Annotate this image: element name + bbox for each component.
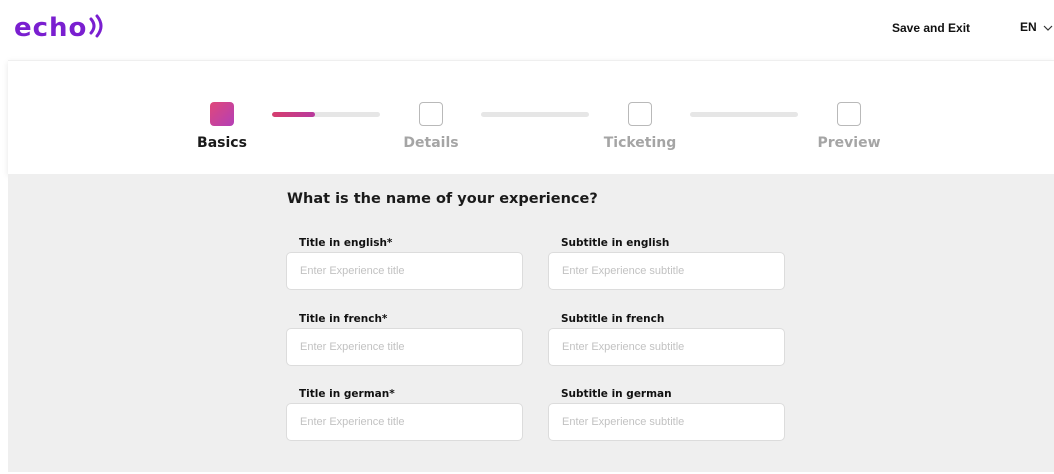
step-connector-1-fill: [272, 112, 316, 117]
language-selector[interactable]: EN: [1020, 20, 1053, 34]
step-label-preview: Preview: [817, 135, 881, 151]
subtitle-english-input[interactable]: [548, 252, 785, 290]
logo-text: echo: [14, 13, 88, 43]
echo-logo[interactable]: echo: [14, 14, 107, 42]
chevron-down-icon: [1043, 20, 1053, 34]
step-indicator-preview: [837, 102, 861, 126]
form-question: What is the name of your experience?: [287, 191, 598, 207]
step-connector-3: [690, 112, 798, 117]
step-indicator-basics: [210, 102, 234, 126]
step-label-ticketing: Ticketing: [603, 135, 677, 151]
step-ticketing[interactable]: Ticketing: [590, 102, 690, 151]
step-connector-2: [481, 112, 589, 117]
page: echo Save and Exit EN Basics Details Tic…: [0, 0, 1054, 474]
title-french-label: Title in french*: [299, 313, 388, 325]
title-english-input[interactable]: [286, 252, 523, 290]
step-indicator-details: [419, 102, 443, 126]
top-bar: echo Save and Exit EN: [0, 0, 1054, 60]
step-details[interactable]: Details: [381, 102, 481, 151]
progress-stepper: Basics Details Ticketing Preview: [8, 60, 1054, 174]
title-french-input[interactable]: [286, 328, 523, 366]
experience-name-form: What is the name of your experience? Tit…: [8, 174, 1054, 472]
title-german-input[interactable]: [286, 403, 523, 441]
subtitle-french-label: Subtitle in french: [561, 313, 665, 325]
step-preview[interactable]: Preview: [799, 102, 899, 151]
step-connector-1: [272, 112, 380, 117]
subtitle-french-input[interactable]: [548, 328, 785, 366]
subtitle-german-label: Subtitle in german: [561, 388, 672, 400]
sound-waves-icon: [89, 14, 107, 42]
subtitle-german-input[interactable]: [548, 403, 785, 441]
step-indicator-ticketing: [628, 102, 652, 126]
step-basics[interactable]: Basics: [172, 102, 272, 151]
title-english-label: Title in english*: [299, 237, 393, 249]
language-label: EN: [1020, 20, 1037, 34]
subtitle-english-label: Subtitle in english: [561, 237, 670, 249]
step-label-details: Details: [403, 135, 459, 151]
step-label-basics: Basics: [197, 135, 247, 151]
title-german-label: Title in german*: [299, 388, 395, 400]
save-and-exit-button[interactable]: Save and Exit: [892, 21, 970, 35]
